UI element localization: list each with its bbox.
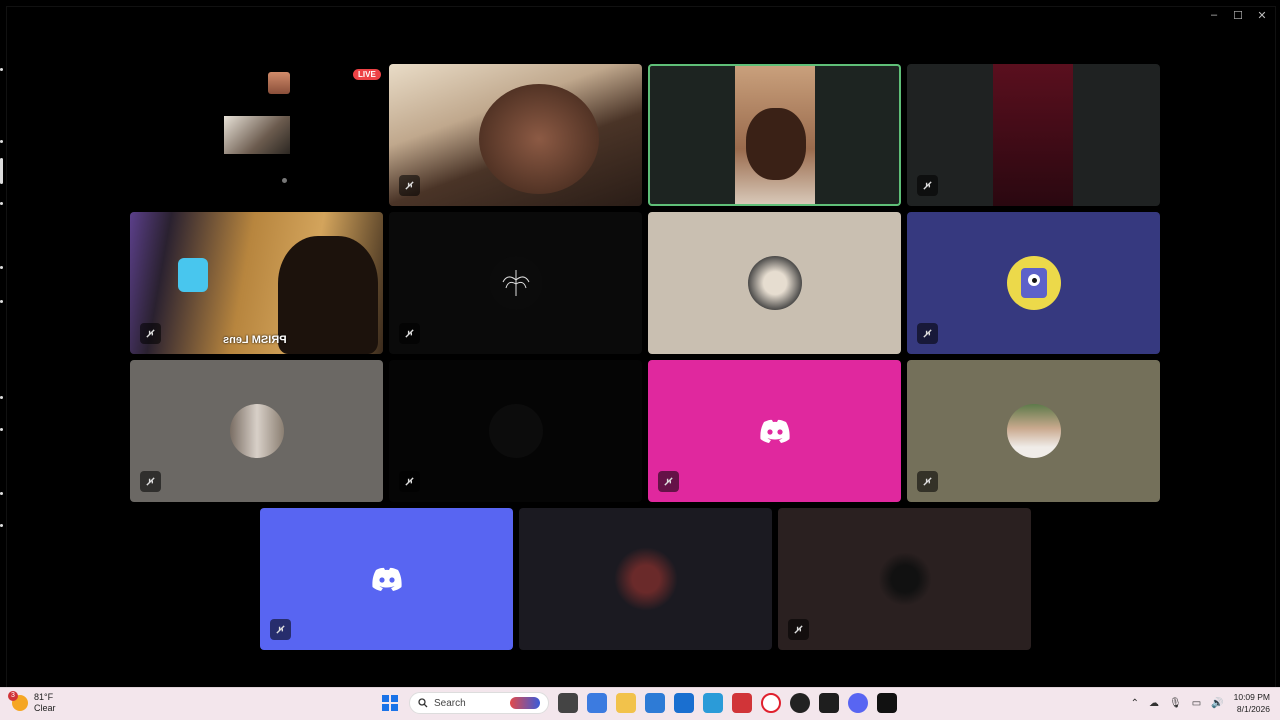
page-dot [282, 178, 287, 183]
monitor-icon[interactable]: ▭ [1192, 698, 1201, 709]
user-avatar [1006, 404, 1061, 458]
muted-mic-icon [658, 471, 679, 492]
cloud-icon[interactable]: ☁ [1149, 698, 1159, 709]
outlook-icon[interactable] [674, 693, 694, 713]
minimize-button[interactable]: – [1207, 9, 1221, 22]
close-button[interactable]: ✕ [1255, 9, 1269, 22]
search-highlight-icon [510, 697, 540, 709]
muted-mic-icon [140, 323, 161, 344]
participant-tile[interactable] [130, 360, 383, 502]
muted-mic-icon [399, 175, 420, 196]
opera-icon[interactable] [761, 693, 781, 713]
stream-thumbnail[interactable] [224, 116, 290, 154]
muted-mic-icon [917, 323, 938, 344]
time: 10:09 PM [1233, 692, 1270, 702]
f-app-icon[interactable] [703, 693, 723, 713]
notification-badge: 3 [8, 691, 18, 701]
task-view-icon[interactable] [558, 693, 578, 713]
participant-tile[interactable] [260, 508, 513, 650]
person-shape [278, 236, 378, 354]
sun-icon: 3 [8, 691, 28, 711]
speaker-icon[interactable]: 🔊 [1211, 698, 1223, 709]
obs-icon[interactable] [819, 693, 839, 713]
discord-logo-icon [360, 552, 414, 606]
participant-tile[interactable] [389, 360, 642, 502]
stream-preview-panel[interactable] [130, 64, 383, 206]
muted-mic-icon [140, 471, 161, 492]
taskbar-apps: Search [380, 692, 897, 714]
muted-mic-icon [788, 619, 809, 640]
live-badge: LIVE [353, 69, 381, 80]
face-shape [479, 84, 599, 194]
muted-mic-icon [399, 323, 420, 344]
clock[interactable]: 10:09 PM 8/1/2026 [1234, 691, 1270, 715]
github-icon[interactable] [790, 693, 810, 713]
search-placeholder: Search [434, 697, 466, 709]
discord-taskbar-icon[interactable] [848, 693, 868, 713]
avatar-figure [1020, 268, 1047, 298]
streamer-avatar[interactable] [268, 72, 290, 94]
chevron-up-icon[interactable]: ⌃ [1131, 698, 1139, 709]
file-explorer-icon[interactable] [616, 693, 636, 713]
search-icon [418, 698, 428, 708]
weather-text: 81°F Clear [34, 692, 56, 714]
participant-video [993, 64, 1073, 206]
user-avatar [877, 552, 932, 606]
user-avatar [488, 256, 543, 310]
participant-tile[interactable] [778, 508, 1031, 650]
mic-icon[interactable]: 🎙 [1169, 698, 1182, 709]
muted-mic-icon [270, 619, 291, 640]
participant-tile[interactable] [907, 64, 1160, 206]
participant-name: PRISM Lens [223, 334, 287, 346]
user-avatar [229, 404, 284, 458]
muted-mic-icon [917, 471, 938, 492]
participant-tile[interactable] [648, 64, 901, 206]
user-avatar [488, 404, 543, 458]
muted-mic-icon [917, 175, 938, 196]
user-avatar [613, 547, 678, 611]
taskbar: 3 81°F Clear Search ⌃ ☁ 🎙 ▭ 🔊 10:09 PM 8… [0, 687, 1280, 720]
participant-tile[interactable] [907, 212, 1160, 354]
start-icon[interactable] [380, 693, 400, 713]
microsoft-store-icon[interactable] [645, 693, 665, 713]
participant-tile[interactable] [389, 64, 642, 206]
participant-tile[interactable]: PRISM Lens [130, 212, 383, 354]
discord-logo-icon [748, 404, 802, 458]
search-input[interactable]: Search [409, 692, 549, 714]
date: 8/1/2026 [1236, 704, 1270, 714]
user-avatar [1006, 256, 1061, 310]
server-rail-edge [0, 60, 3, 540]
store-icon[interactable] [587, 693, 607, 713]
face-shape [746, 108, 806, 180]
user-avatar [747, 256, 802, 310]
selected-indicator [0, 158, 3, 184]
maximize-button[interactable]: ☐ [1231, 9, 1245, 22]
participant-tile[interactable] [389, 212, 642, 354]
roblox-icon[interactable] [732, 693, 752, 713]
weather-widget[interactable]: 3 81°F Clear [8, 691, 56, 714]
muted-mic-icon [399, 471, 420, 492]
weather-desc: Clear [34, 703, 56, 713]
participant-tile[interactable] [519, 508, 772, 650]
window-controls: – ☐ ✕ [1207, 9, 1269, 22]
light-shape [178, 258, 208, 292]
participant-tile[interactable] [907, 360, 1160, 502]
participant-tile[interactable] [648, 212, 901, 354]
system-tray: ⌃ ☁ 🎙 ▭ 🔊 10:09 PM 8/1/2026 [1131, 691, 1270, 715]
weather-temp: 81°F [34, 692, 54, 702]
audio-app-icon[interactable] [877, 693, 897, 713]
participant-tile[interactable] [648, 360, 901, 502]
